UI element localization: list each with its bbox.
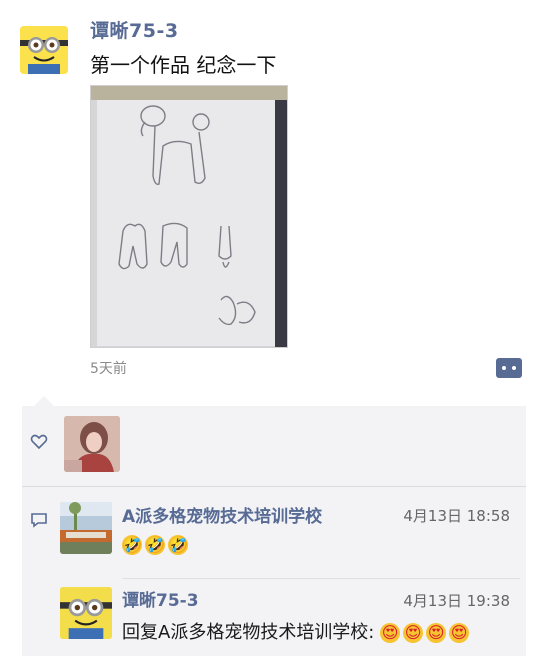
post-photo[interactable] bbox=[90, 85, 288, 348]
rofl-emoji-icon: 🤣 bbox=[145, 535, 165, 555]
dot-icon bbox=[502, 366, 506, 370]
minion-avatar-icon bbox=[60, 587, 112, 639]
heart-icon bbox=[30, 434, 48, 450]
rofl-emoji-icon: 🤣 bbox=[122, 535, 142, 555]
comment-bubble-icon bbox=[31, 513, 47, 528]
comment-divider bbox=[122, 578, 520, 579]
commenter-avatar[interactable] bbox=[60, 587, 112, 639]
author-name[interactable]: 谭晰75-3 bbox=[90, 16, 179, 43]
liker-avatar[interactable] bbox=[64, 416, 120, 472]
dot-icon bbox=[512, 366, 516, 370]
reply-text: 回复A派多格宠物技术培训学校: bbox=[122, 622, 375, 643]
school-building-avatar-icon bbox=[60, 502, 112, 554]
post-text: 第一个作品 纪念一下 bbox=[90, 53, 277, 77]
heart-eyes-emoji-icon: 😍 bbox=[380, 623, 401, 643]
post-time: 5天前 bbox=[90, 361, 127, 377]
comment-text: 🤣 🤣 🤣 bbox=[122, 534, 191, 555]
comment-menu-button[interactable] bbox=[496, 358, 522, 378]
heart-eyes-emoji-icon: 😍 bbox=[426, 623, 447, 643]
heart-eyes-emoji-icon: 😍 bbox=[449, 623, 470, 643]
commenter-avatar[interactable] bbox=[60, 502, 112, 554]
moments-post: 谭晰75-3 第一个作品 纪念一下 5天前 A派多格宠物技术培训学校 4月13日… bbox=[0, 0, 540, 663]
likes-row bbox=[22, 406, 526, 485]
comment-time: 4月13日 18:58 bbox=[403, 507, 510, 525]
comment-text: 回复A派多格宠物技术培训学校: 😍 😍 😍 😍 bbox=[122, 618, 472, 644]
comment-item[interactable]: A派多格宠物技术培训学校 4月13日 18:58 🤣 🤣 🤣 bbox=[60, 502, 520, 579]
author-avatar[interactable] bbox=[20, 26, 68, 74]
heart-eyes-emoji-icon: 😍 bbox=[403, 623, 424, 643]
panel-arrow bbox=[34, 396, 54, 406]
rofl-emoji-icon: 🤣 bbox=[168, 535, 188, 555]
poodle-sketch-photo-icon bbox=[91, 86, 287, 347]
liker-avatar-photo-icon bbox=[64, 416, 120, 472]
comment-item[interactable]: 谭晰75-3 4月13日 19:38 回复A派多格宠物技术培训学校: 😍 😍 😍 😍 bbox=[60, 580, 520, 652]
minion-avatar-icon bbox=[20, 26, 68, 74]
commenter-name[interactable]: 谭晰75-3 bbox=[122, 586, 199, 611]
commenter-name[interactable]: A派多格宠物技术培训学校 bbox=[122, 502, 322, 527]
divider bbox=[22, 486, 526, 487]
comment-time: 4月13日 19:38 bbox=[403, 592, 510, 610]
interactions-panel: A派多格宠物技术培训学校 4月13日 18:58 🤣 🤣 🤣 谭晰75-3 4月… bbox=[22, 406, 526, 656]
